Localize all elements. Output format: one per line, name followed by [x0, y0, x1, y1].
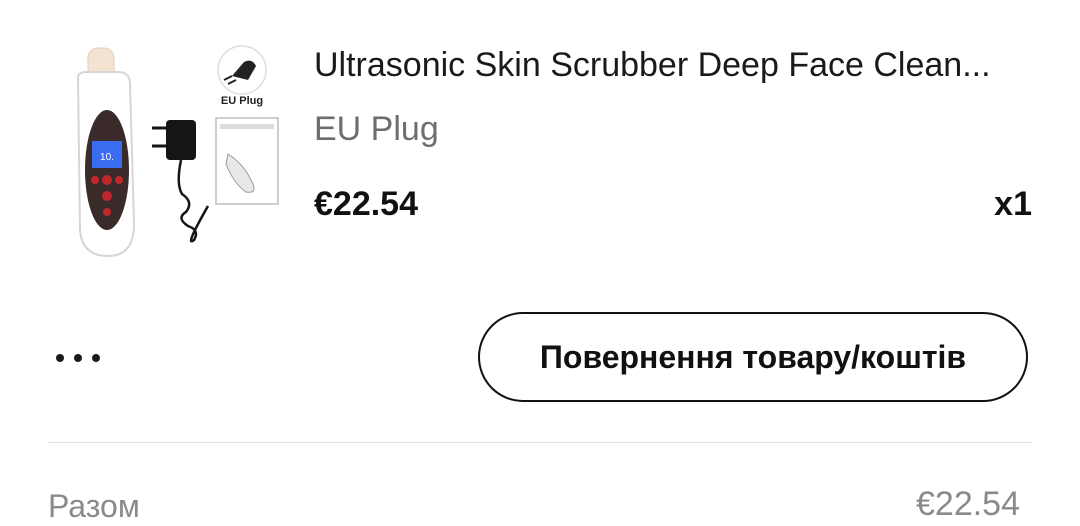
- product-box: [215, 117, 279, 205]
- more-options-button[interactable]: [56, 340, 116, 376]
- eu-plug-badge-text: EU Plug: [221, 95, 263, 107]
- product-variant: EU Plug: [314, 110, 439, 148]
- product-title[interactable]: Ultrasonic Skin Scrubber Deep Face Clean…: [314, 44, 1034, 86]
- device-display-text: 10.: [100, 152, 114, 163]
- product-card[interactable]: 10. EU Plug Ultrasonic Skin Scrubber Dee…: [0, 0, 1080, 290]
- product-image[interactable]: 10. EU Plug: [48, 34, 290, 276]
- total-label: Разом: [48, 488, 140, 524]
- scrubber-device: 10.: [76, 47, 136, 258]
- return-refund-button[interactable]: Повернення товару/коштів: [478, 312, 1028, 402]
- dot: [56, 354, 64, 362]
- product-price: €22.54: [314, 185, 418, 223]
- total-value: €22.54: [916, 485, 1020, 523]
- divider: [48, 442, 1032, 443]
- more-horizontal-icon: [56, 354, 100, 362]
- dot: [74, 354, 82, 362]
- charger-adapter: [152, 120, 210, 243]
- eu-plug-badge: EU Plug: [217, 45, 267, 107]
- dot: [92, 354, 100, 362]
- product-thumbnail: 10. EU Plug: [76, 45, 279, 258]
- product-quantity: x1: [994, 185, 1032, 223]
